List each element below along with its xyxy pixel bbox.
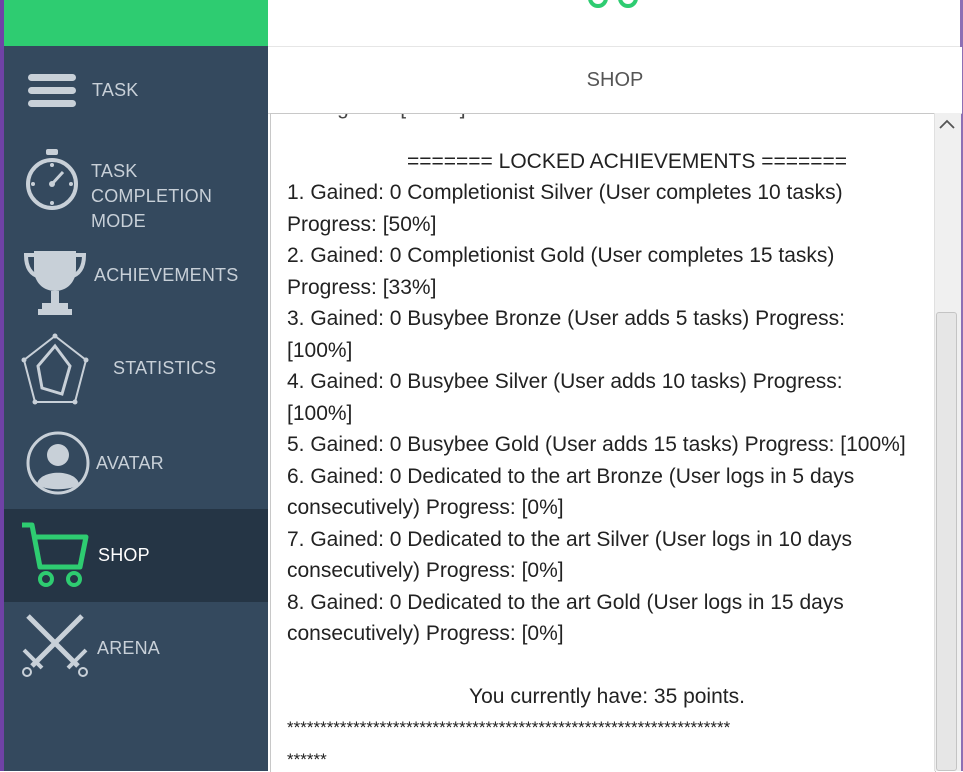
page-title: SHOP <box>268 69 962 92</box>
sidebar-item-avatar[interactable]: AVATAR <box>4 417 268 510</box>
top-bar <box>268 0 962 47</box>
achievements-text-area[interactable]: ...Progress: [100%] ======= LOCKED ACHIE… <box>270 113 936 772</box>
sidebar: TASK TASK COMPLETION MODE ACHIEVEMENTS <box>4 46 268 771</box>
stopwatch-icon <box>20 139 90 239</box>
text-line: Progress: [33%] <box>287 272 927 304</box>
sidebar-item-label: AVATAR <box>96 451 164 476</box>
scroll-up-arrow-icon[interactable] <box>934 113 960 137</box>
sidebar-item-shop[interactable]: SHOP <box>4 509 268 602</box>
text-line: consecutively) Progress: [0%] <box>287 492 927 524</box>
sidebar-item-label: TASK COMPLETION MODE <box>91 159 261 234</box>
text-line: 1. Gained: 0 Completionist Silver (User … <box>287 177 927 209</box>
text-line: consecutively) Progress: [0%] <box>287 555 927 587</box>
user-avatar-icon <box>20 417 90 510</box>
text-line: 4. Gained: 0 Busybee Silver (User adds 1… <box>287 366 927 398</box>
text-line: 5. Gained: 0 Busybee Gold (User adds 15 … <box>287 429 927 461</box>
separator-stars: ****** <box>287 744 927 772</box>
section-header: SHOP <box>268 47 962 114</box>
radar-chart-icon <box>20 332 90 425</box>
sidebar-item-task[interactable]: TASK <box>4 46 268 139</box>
scrollbar-thumb[interactable] <box>936 312 957 771</box>
separator-stars: ****************************************… <box>287 712 927 744</box>
text-content: ...Progress: [100%] ======= LOCKED ACHIE… <box>287 114 927 772</box>
sidebar-item-achievements[interactable]: ACHIEVEMENTS <box>4 239 268 332</box>
sidebar-item-label: ARENA <box>97 636 160 661</box>
text-line: 7. Gained: 0 Dedicated to the art Silver… <box>287 524 927 556</box>
app-header-accent <box>4 0 268 46</box>
text-line: [100%] <box>287 398 927 430</box>
sidebar-item-label: TASK <box>92 78 138 103</box>
sidebar-item-statistics[interactable]: STATISTICS <box>4 332 268 425</box>
menu-icon <box>20 46 90 139</box>
trophy-icon <box>20 239 90 332</box>
sidebar-item-label: SHOP <box>98 543 150 568</box>
crossed-swords-icon <box>20 602 90 695</box>
points-summary: You currently have: 35 points. <box>287 681 927 713</box>
text-line: 8. Gained: 0 Dedicated to the art Gold (… <box>287 587 927 619</box>
sidebar-item-arena[interactable]: ARENA <box>4 602 268 695</box>
logo-icon <box>584 0 644 10</box>
text-line: 6. Gained: 0 Dedicated to the art Bronze… <box>287 461 927 493</box>
text-line: Progress: [50%] <box>287 209 927 241</box>
text-line: [100%] <box>287 335 927 367</box>
locked-achievements-header: ======= LOCKED ACHIEVEMENTS ======= <box>287 146 927 178</box>
shopping-cart-icon <box>20 509 90 602</box>
text-line: 3. Gained: 0 Busybee Bronze (User adds 5… <box>287 303 927 335</box>
text-line: 2. Gained: 0 Completionist Gold (User co… <box>287 240 927 272</box>
sidebar-item-task-completion-mode[interactable]: TASK COMPLETION MODE <box>4 139 268 239</box>
sidebar-item-label: STATISTICS <box>113 356 216 381</box>
text-line: consecutively) Progress: [0%] <box>287 618 927 650</box>
text-line-partial: ...Progress: [100%] <box>287 113 927 124</box>
sidebar-item-label: ACHIEVEMENTS <box>94 263 238 288</box>
